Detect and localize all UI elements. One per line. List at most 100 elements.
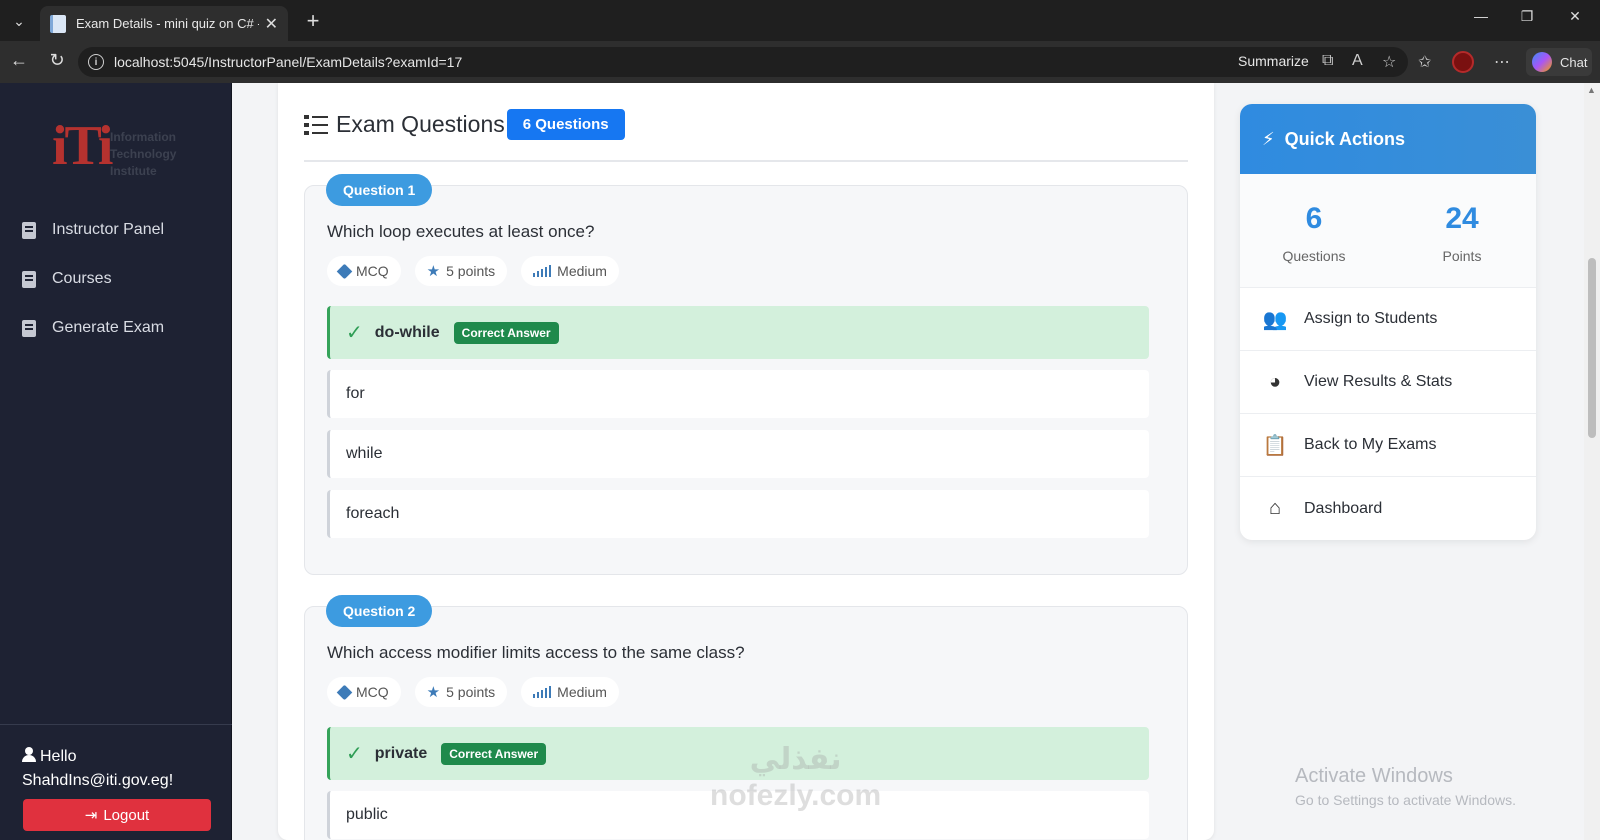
stat-value: 6 — [1305, 202, 1323, 235]
back-to-exams-button[interactable]: 📋 Back to My Exams — [1240, 414, 1536, 477]
tag-icon — [336, 263, 353, 279]
section-header: Exam Questions 6 Questions — [304, 109, 625, 140]
scroll-thumb[interactable] — [1588, 258, 1596, 438]
question-type: MCQ — [356, 684, 389, 700]
sidebar-item-instructor-panel[interactable]: Instructor Panel — [22, 221, 164, 239]
question-meta: MCQ ★ 5 points Medium — [327, 256, 619, 286]
question-difficulty-chip: Medium — [521, 256, 619, 286]
action-label: Assign to Students — [1304, 310, 1438, 327]
copilot-chat-button[interactable]: Chat — [1526, 48, 1592, 76]
url-field[interactable]: i localhost:5045/InstructorPanel/ExamDet… — [78, 47, 1408, 77]
bolt-icon: ⚡ — [1262, 128, 1275, 149]
tag-icon — [336, 684, 353, 700]
exam-questions-card: Exam Questions 6 Questions Question 1 Wh… — [278, 83, 1214, 840]
check-icon: ✓ — [346, 743, 363, 765]
back-arrow-icon[interactable]: ← — [6, 50, 32, 74]
correct-answer-badge: Correct Answer — [453, 321, 559, 344]
page-scrollbar[interactable]: ▲ — [1584, 83, 1600, 840]
logout-icon: ⇥ — [84, 807, 98, 824]
tab-close-icon[interactable]: ✕ — [265, 14, 278, 34]
logo-text-line: Institute — [110, 164, 157, 178]
browser-tab[interactable]: Exam Details - mini quiz on C# - IT ✕ — [40, 6, 288, 41]
sidebar-item-label: Instructor Panel — [52, 221, 165, 238]
question-label-pill: Question 2 — [326, 595, 433, 627]
hello-text: Hello — [40, 748, 77, 765]
profile-avatar[interactable] — [1452, 51, 1474, 73]
iti-logo-mark: iTi — [52, 115, 113, 177]
watermark-line: Go to Settings to activate Windows. — [1295, 792, 1516, 808]
home-icon: ⌂ — [1268, 497, 1282, 519]
page-favicon-icon — [50, 14, 66, 33]
divider — [304, 160, 1188, 162]
clipboard-icon: 📋 — [1262, 434, 1288, 457]
site-info-icon[interactable]: i — [88, 54, 104, 70]
signal-bars-icon — [533, 265, 552, 277]
option-text: public — [346, 806, 388, 823]
reload-icon[interactable]: ↻ — [44, 50, 70, 74]
list-ordered-icon — [304, 114, 328, 136]
maximize-icon[interactable]: ❐ — [1512, 8, 1542, 25]
option-text: for — [346, 385, 365, 402]
question-points: 5 points — [446, 684, 496, 700]
question-points: 5 points — [446, 263, 496, 279]
question-difficulty: Medium — [557, 684, 607, 700]
question-label-pill: Question 1 — [326, 174, 433, 206]
quick-actions-card: ⚡ Quick Actions 6 Questions 24 Points 👥 … — [1240, 104, 1536, 540]
favorites-list-icon[interactable]: ✩ — [1418, 52, 1431, 72]
book-icon — [22, 270, 36, 288]
quick-actions-header: ⚡ Quick Actions — [1240, 104, 1536, 174]
stat-questions: 6 Questions — [1240, 174, 1388, 287]
correct-answer-badge: Correct Answer — [441, 742, 547, 765]
logo-text-line: Technology — [110, 147, 177, 161]
question-text: Which access modifier limits access to t… — [327, 643, 745, 662]
page-title: Exam Questions — [336, 111, 505, 137]
dashboard-button[interactable]: ⌂ Dashboard — [1240, 477, 1536, 540]
star-icon: ★ — [426, 684, 441, 701]
tab-list-chevron-icon[interactable]: ⌄ — [6, 8, 32, 34]
user-email: ShahdIns@iti.gov.eg! — [22, 772, 174, 789]
sidebar-user-area: Hello ShahdIns@iti.gov.eg! ⇥ Logout — [0, 724, 232, 840]
question-points-chip: ★ 5 points — [414, 256, 508, 286]
nofezly-arabic-text: نفذلي — [749, 743, 842, 776]
summarize-icon[interactable]: ⧉ — [1322, 52, 1333, 70]
question-type: MCQ — [356, 263, 389, 279]
sidebar: iTi Information Technology Institute Ins… — [0, 83, 232, 840]
answer-option: while — [327, 430, 1149, 478]
url-text: localhost:5045/InstructorPanel/ExamDetai… — [114, 54, 463, 70]
stat-value: 24 — [1445, 202, 1479, 235]
question-points-chip: ★ 5 points — [414, 677, 508, 707]
activate-windows-watermark: Activate Windows Go to Settings to activ… — [1295, 765, 1516, 808]
question-difficulty-chip: Medium — [521, 677, 619, 707]
option-text: foreach — [346, 505, 400, 522]
window-close-icon[interactable]: ✕ — [1560, 8, 1590, 25]
scroll-up-icon[interactable]: ▲ — [1587, 85, 1596, 95]
more-menu-icon[interactable]: ⋯ — [1494, 52, 1510, 72]
address-bar-row: ← ↻ i localhost:5045/InstructorPanel/Exa… — [0, 41, 1600, 83]
logo-text-line: Information — [110, 130, 176, 144]
action-label: View Results & Stats — [1304, 373, 1453, 390]
star-icon: ★ — [426, 263, 441, 280]
assign-to-students-button[interactable]: 👥 Assign to Students — [1240, 288, 1536, 351]
option-text: do-while — [374, 323, 440, 341]
stat-points: 24 Points — [1388, 174, 1536, 287]
logout-button[interactable]: ⇥ Logout — [23, 799, 211, 831]
quick-actions-stats: 6 Questions 24 Points — [1240, 174, 1536, 288]
stat-label: Points — [1442, 248, 1482, 264]
question-type-chip: MCQ — [327, 256, 401, 286]
watermark-line: Activate Windows — [1295, 765, 1453, 787]
question-type-chip: MCQ — [327, 677, 401, 707]
sidebar-item-courses[interactable]: Courses — [22, 270, 112, 288]
view-results-button[interactable]: ◕ View Results & Stats — [1240, 351, 1536, 414]
new-tab-plus-icon[interactable]: + — [300, 8, 326, 34]
question-count-badge: 6 Questions — [506, 109, 625, 140]
question-meta: MCQ ★ 5 points Medium — [327, 677, 619, 707]
summarize-button[interactable]: Summarize — [1238, 53, 1309, 69]
favorite-star-icon[interactable]: ☆ — [1382, 52, 1396, 72]
question-difficulty: Medium — [557, 263, 607, 279]
iti-logo: iTi Information Technology Institute — [52, 107, 192, 185]
read-aloud-icon[interactable]: A — [1352, 52, 1363, 70]
tab-title: Exam Details - mini quiz on C# - IT — [76, 16, 259, 31]
minimize-icon[interactable]: — — [1466, 8, 1496, 24]
sidebar-item-generate-exam[interactable]: Generate Exam — [22, 319, 164, 337]
sidebar-item-label: Courses — [52, 270, 112, 287]
